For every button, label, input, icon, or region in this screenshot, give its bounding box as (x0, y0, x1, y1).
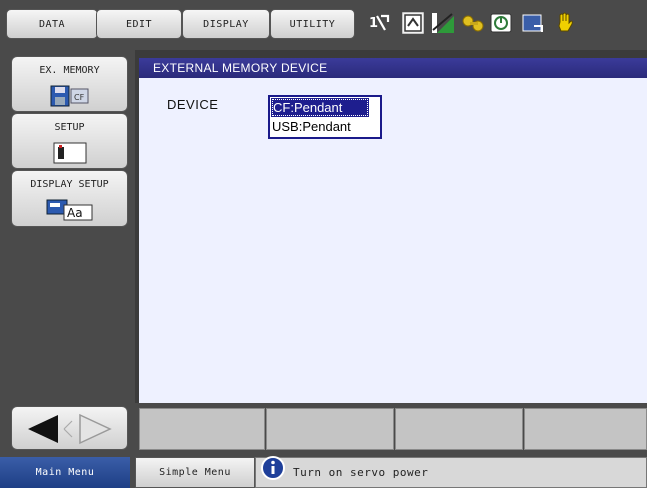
servo-icon (490, 13, 512, 33)
device-option-usb[interactable]: USB:Pendant (270, 117, 380, 136)
status-message: Turn on servo power (293, 466, 429, 479)
menu-edit-button[interactable]: EDIT (96, 9, 182, 39)
device-option-cf[interactable]: CF:Pendant (271, 98, 369, 117)
disk-cf-icon: CF (50, 85, 88, 107)
hand-icon (558, 12, 573, 32)
setup-icon (53, 142, 86, 164)
display-setup-button[interactable]: DISPLAY SETUP Aa (11, 170, 128, 227)
manual-mode-icon (402, 12, 424, 34)
device-label: DEVICE (167, 97, 219, 112)
setup-button[interactable]: SETUP (11, 113, 128, 169)
main-menu-button[interactable]: Main Menu (0, 457, 130, 488)
page-nav-arrows (28, 413, 112, 445)
menu-display-button[interactable]: DISPLAY (182, 9, 270, 39)
page-nav (11, 406, 128, 450)
function-key-3[interactable] (395, 408, 523, 450)
right-arrow-icon[interactable] (79, 413, 112, 445)
simple-menu-button[interactable]: Simple Menu (135, 457, 255, 488)
info-icon (261, 456, 285, 480)
function-key-2[interactable] (266, 408, 394, 450)
display-setup-label: DISPLAY SETUP (30, 179, 109, 190)
left-arrow-icon[interactable] (28, 415, 58, 443)
speed-level-icon (432, 13, 454, 33)
display-font-icon: Aa (46, 199, 92, 221)
svg-text:CF: CF (74, 93, 85, 102)
function-key-4[interactable] (524, 408, 647, 450)
menu-data-button[interactable]: DATA (6, 9, 98, 39)
key-icon (462, 15, 484, 32)
menu-utility-button[interactable]: UTILITY (270, 9, 355, 39)
content-area (139, 78, 647, 403)
device-select-list[interactable]: CF:Pendant USB:Pendant (268, 95, 382, 139)
status-icons: 1 (366, 10, 606, 40)
screen-title: EXTERNAL MEMORY DEVICE (139, 58, 647, 78)
svg-text:Aa: Aa (67, 206, 83, 220)
axis-toggle-icon: 1 (367, 11, 391, 35)
setup-label: SETUP (54, 122, 85, 133)
output-icon (522, 14, 543, 32)
function-key-1[interactable] (139, 408, 265, 450)
svg-text:1: 1 (369, 16, 378, 31)
ex-memory-button[interactable]: EX. MEMORY CF (11, 56, 128, 112)
ex-memory-label: EX. MEMORY (39, 65, 100, 76)
